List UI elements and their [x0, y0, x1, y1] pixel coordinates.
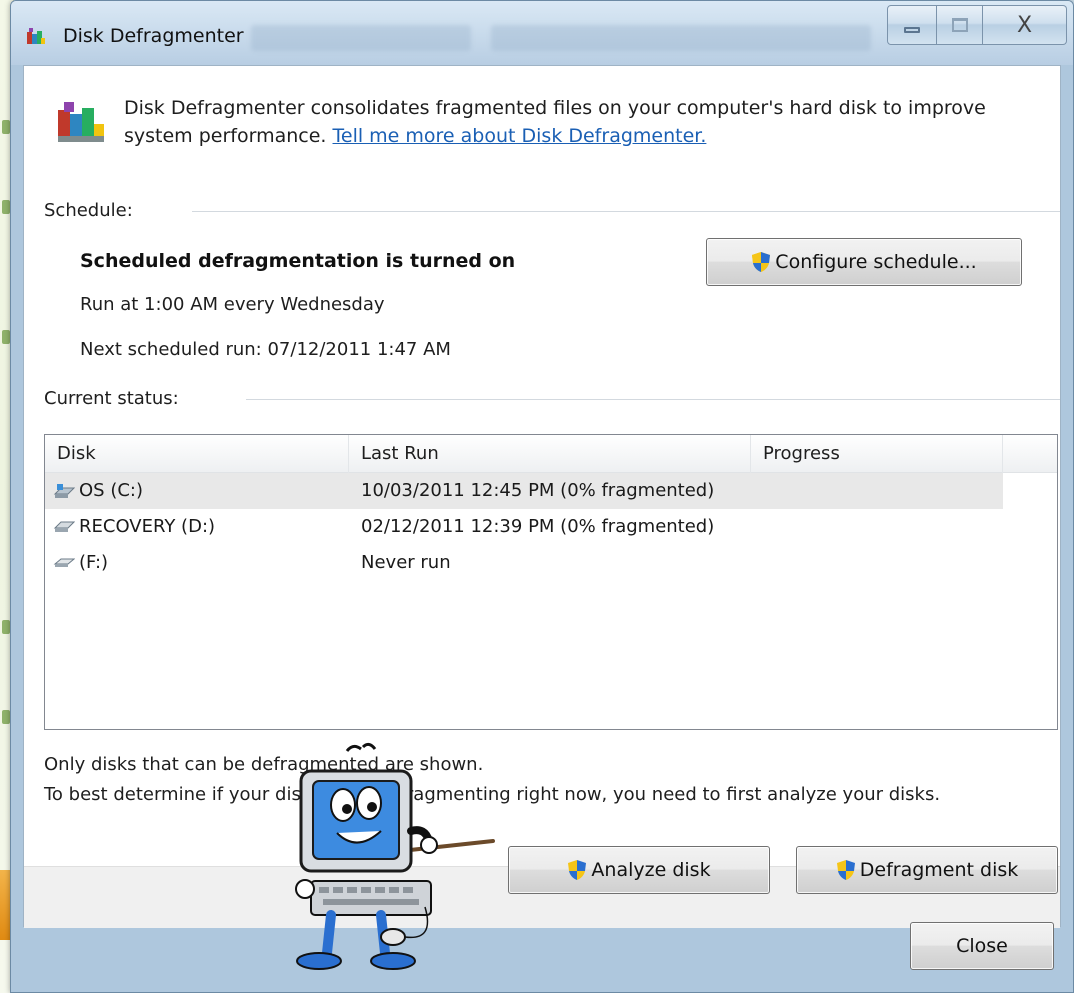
- maximize-icon: [951, 18, 968, 32]
- disk-row[interactable]: OS (C:) 10/03/2011 12:45 PM (0% fragment…: [45, 473, 1003, 509]
- current-status-label: Current status:: [44, 388, 179, 409]
- disk-last-run: Never run: [361, 552, 451, 573]
- schedule-next-run: Next scheduled run: 07/12/2011 1:47 AM: [80, 339, 451, 360]
- defragment-disk-label: Defragment disk: [859, 859, 1019, 881]
- help-link[interactable]: Tell me more about Disk Defragmenter.: [333, 125, 707, 147]
- uac-shield-icon: [836, 860, 855, 880]
- defragment-disk-button[interactable]: Defragment disk: [796, 846, 1058, 894]
- analyze-disk-label: Analyze disk: [591, 859, 711, 881]
- title-bar[interactable]: Disk Defragmenter X: [11, 1, 1073, 65]
- disk-name: (F:): [79, 552, 109, 573]
- disk-row[interactable]: (F:) Never run: [45, 545, 1003, 581]
- removable-drive-icon: [53, 558, 75, 567]
- schedule-label: Schedule:: [44, 200, 133, 221]
- defrag-app-icon: [27, 28, 45, 44]
- schedule-divider: [192, 211, 1060, 212]
- window-title: Disk Defragmenter: [63, 25, 244, 47]
- column-header-disk[interactable]: Disk: [45, 435, 349, 473]
- intro-text: Disk Defragmenter consolidates fragmente…: [124, 94, 1044, 150]
- disk-list[interactable]: Disk Last Run Progress OS (C:) 10/03/201…: [44, 434, 1058, 730]
- background-glyph: [2, 620, 10, 634]
- minimize-button[interactable]: [887, 5, 937, 45]
- uac-shield-icon: [752, 252, 771, 272]
- background-glyph: [2, 200, 10, 214]
- schedule-status: Scheduled defragmentation is turned on: [80, 250, 516, 272]
- configure-schedule-label: Configure schedule...: [775, 251, 977, 273]
- schedule-run-at: Run at 1:00 AM every Wednesday: [80, 294, 385, 315]
- column-header-last-run[interactable]: Last Run: [349, 435, 751, 473]
- background-glyph: [2, 330, 10, 344]
- disk-defragmenter-icon: [58, 102, 104, 142]
- close-button-label: Close: [956, 935, 1008, 957]
- os-drive-icon: [53, 484, 75, 498]
- close-window-button[interactable]: X: [983, 5, 1067, 45]
- background-blur: [491, 25, 871, 51]
- configure-schedule-button[interactable]: Configure schedule...: [706, 238, 1022, 286]
- close-button[interactable]: Close: [910, 922, 1054, 970]
- background-blur: [251, 25, 471, 51]
- analyze-disk-button[interactable]: Analyze disk: [508, 846, 770, 894]
- background-glyph: [2, 120, 10, 134]
- disk-name: RECOVERY (D:): [79, 516, 216, 537]
- disk-defragmenter-window: Disk Defragmenter X Disk Defragmenter co…: [10, 0, 1074, 993]
- disk-list-header: Disk Last Run Progress: [45, 435, 1057, 473]
- disk-last-run: 02/12/2011 12:39 PM (0% fragmented): [361, 516, 715, 537]
- disk-last-run: 10/03/2011 12:45 PM (0% fragmented): [361, 480, 715, 501]
- dialog-body: Disk Defragmenter consolidates fragmente…: [23, 65, 1061, 970]
- caption-buttons: X: [887, 5, 1067, 45]
- close-icon: X: [1016, 12, 1033, 38]
- uac-shield-icon: [568, 860, 587, 880]
- current-status-divider: [246, 399, 1060, 400]
- maximize-button[interactable]: [937, 5, 983, 45]
- background-glyph: [2, 710, 10, 724]
- column-header-progress[interactable]: Progress: [751, 435, 1003, 473]
- minimize-icon: [904, 27, 920, 33]
- disk-row[interactable]: RECOVERY (D:) 02/12/2011 12:39 PM (0% fr…: [45, 509, 1003, 545]
- hard-drive-icon: [53, 521, 75, 532]
- computer-mascot-illustration: [295, 742, 495, 970]
- disk-name: OS (C:): [79, 480, 143, 501]
